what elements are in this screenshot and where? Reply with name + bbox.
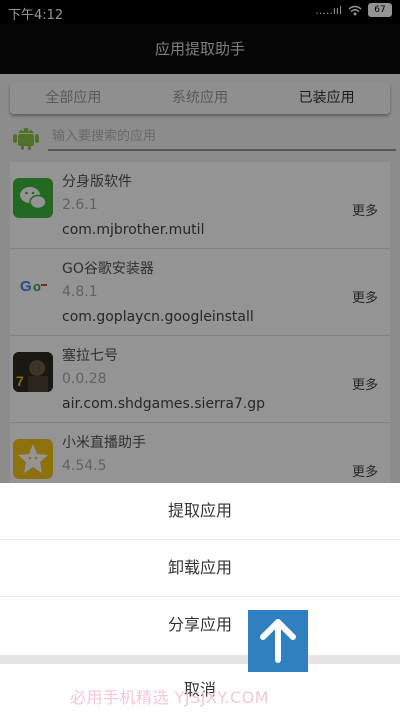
arrow-up-icon <box>260 619 296 663</box>
scroll-to-top-button[interactable] <box>248 610 308 672</box>
watermark: 必用手机精选 YJSJXY.COM <box>70 688 270 707</box>
extract-app-button[interactable]: 提取应用 <box>0 483 400 539</box>
share-app-button[interactable]: 分享应用 <box>0 597 400 653</box>
sheet-gap <box>0 655 400 664</box>
action-sheet: 提取应用 卸载应用 分享应用 取消 <box>0 483 400 716</box>
uninstall-app-button[interactable]: 卸载应用 <box>0 540 400 596</box>
